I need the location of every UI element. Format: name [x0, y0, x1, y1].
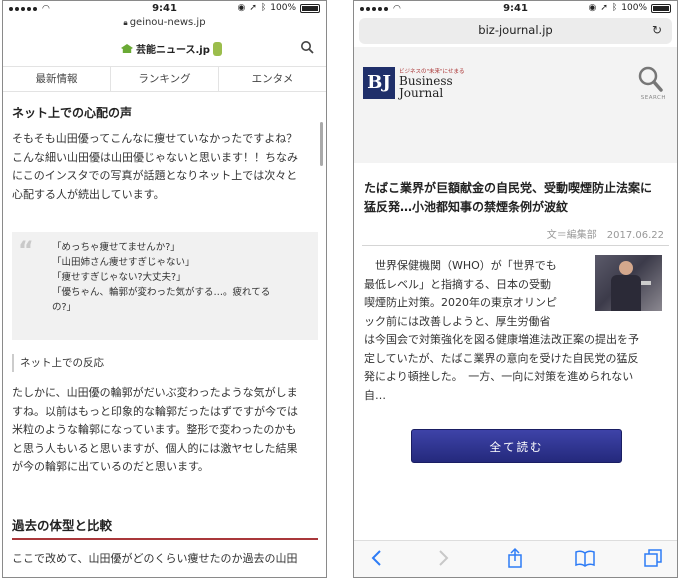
back-icon[interactable] — [366, 547, 388, 569]
bookmarks-icon[interactable] — [574, 547, 596, 569]
quote-block: “ 「めっちゃ痩せてませんか?」 「山田姉さん痩せすぎじゃない」 「痩せすぎじゃ… — [12, 232, 318, 340]
paragraph-2: たしかに、山田優の輪郭がだいぶ変わったような気がしま すね。以前はもっと印象的な… — [12, 386, 298, 473]
forward-icon[interactable] — [432, 547, 454, 569]
site-logo[interactable]: 芸能ニュース.jp — [121, 41, 222, 56]
article-photo — [595, 255, 662, 311]
battery-icon — [651, 3, 671, 13]
read-all-button[interactable]: 全て読む — [411, 429, 622, 463]
search-label: SEARCH — [640, 95, 666, 101]
battery-percent: 100% — [270, 3, 296, 13]
alarm-icon: ◉ — [588, 3, 597, 13]
location-icon: ➚ — [600, 3, 608, 13]
battery-percent: 100% — [621, 3, 647, 13]
browser-toolbar — [354, 540, 677, 577]
bluetooth-icon: ᛒ — [260, 3, 267, 13]
site-logo-text: 芸能ニュース.jp — [136, 45, 210, 56]
quote-icon: “ — [18, 236, 34, 264]
quote-line: の?」 — [52, 302, 77, 313]
site-header: BJ ビジネスの"未来"にせまる Business Journal SEARCH — [354, 47, 677, 163]
reload-icon[interactable]: ↻ — [652, 23, 662, 37]
article-byline: 文＝編集部 2017.06.22 — [546, 230, 664, 241]
scrollbar[interactable] — [320, 122, 323, 166]
mascot-icon — [212, 41, 222, 56]
bj-logo-icon[interactable]: BJ — [363, 67, 395, 99]
status-bar: ◠ 9:41 ◉ ➚ ᛒ 100% — [3, 1, 326, 17]
logo-line-2: Journal — [399, 86, 444, 100]
quote-line: 「痩せすぎじゃない?大丈夫?」 — [52, 272, 186, 283]
tabs-icon[interactable] — [642, 547, 664, 569]
battery-icon — [300, 3, 320, 13]
status-bar: ◠ 9:41 ◉ ➚ ᛒ 100% — [354, 1, 677, 17]
quote-line: 「優ちゃん、輪郭が変わった気がする…。疲れてる — [52, 287, 271, 298]
share-icon[interactable] — [504, 547, 526, 569]
section-divider — [12, 538, 318, 540]
right-phone-screen: ◠ 9:41 ◉ ➚ ᛒ 100% biz-journal.jp ↻ BJ ビジ… — [353, 0, 678, 578]
url-text: geinou-news.jp — [129, 17, 206, 28]
bluetooth-icon: ᛒ — [611, 3, 618, 13]
left-phone-screen: ◠ 9:41 ◉ ➚ ᛒ 100% 🔒︎ geinou-news.jp 芸能ニュー… — [2, 0, 327, 578]
alarm-icon: ◉ — [237, 3, 246, 13]
search-icon[interactable] — [637, 65, 663, 93]
lock-icon: 🔒︎ — [123, 18, 128, 27]
tab-entertainment[interactable]: エンタメ — [219, 67, 326, 91]
search-icon[interactable] — [300, 40, 314, 54]
location-icon: ➚ — [249, 3, 257, 13]
url-text: biz-journal.jp — [478, 23, 553, 37]
paragraph-1: そもそも山田優ってこんなに痩せていなかったですよね？ こんな細い山田優は山田優じ… — [12, 132, 298, 201]
section-heading: ネット上での心配の声 — [12, 106, 133, 120]
divider — [362, 245, 669, 246]
article-content: ネット上での心配の声 そもそも山田優ってこんなに痩せていなかったですよね？ こん… — [3, 92, 326, 577]
address-bar[interactable]: biz-journal.jp ↻ — [359, 18, 672, 44]
site-header: 芸能ニュース.jp — [3, 34, 326, 67]
nav-tabs: 最新情報 ランキング エンタメ — [3, 67, 326, 92]
sub-heading: ネット上での反応 — [12, 354, 104, 372]
grad-cap-icon — [121, 44, 133, 53]
tab-latest[interactable]: 最新情報 — [3, 67, 111, 91]
paragraph-3: ここで改めて、山田優がどのくらい痩せたのか過去の山田 — [12, 552, 298, 565]
tab-ranking[interactable]: ランキング — [111, 67, 219, 91]
address-bar[interactable]: 🔒︎ geinou-news.jp — [3, 17, 326, 28]
quote-line: 「めっちゃ痩せてませんか?」 — [52, 242, 180, 253]
article-body-cont: は今国会で対策強化を図る健康増進法改正案の提出を予 定していたが、たばこ業界の意… — [364, 333, 639, 402]
article-headline[interactable]: たばこ業界が巨額献金の自民党、受動喫煙防止法案に 猛反発…小池都知事の禁煙条例が… — [364, 179, 669, 217]
site-logo[interactable]: ビジネスの"未来"にせまる Business Journal — [399, 67, 469, 99]
quote-line: 「山田姉さん痩せすぎじゃない」 — [52, 257, 195, 268]
section-title: 過去の体型と比較 — [12, 518, 113, 533]
article-body: 世界保健機関（WHO）が「世界でも 最低レベル」と指摘する、日本の受動 喫煙防止… — [364, 259, 557, 328]
